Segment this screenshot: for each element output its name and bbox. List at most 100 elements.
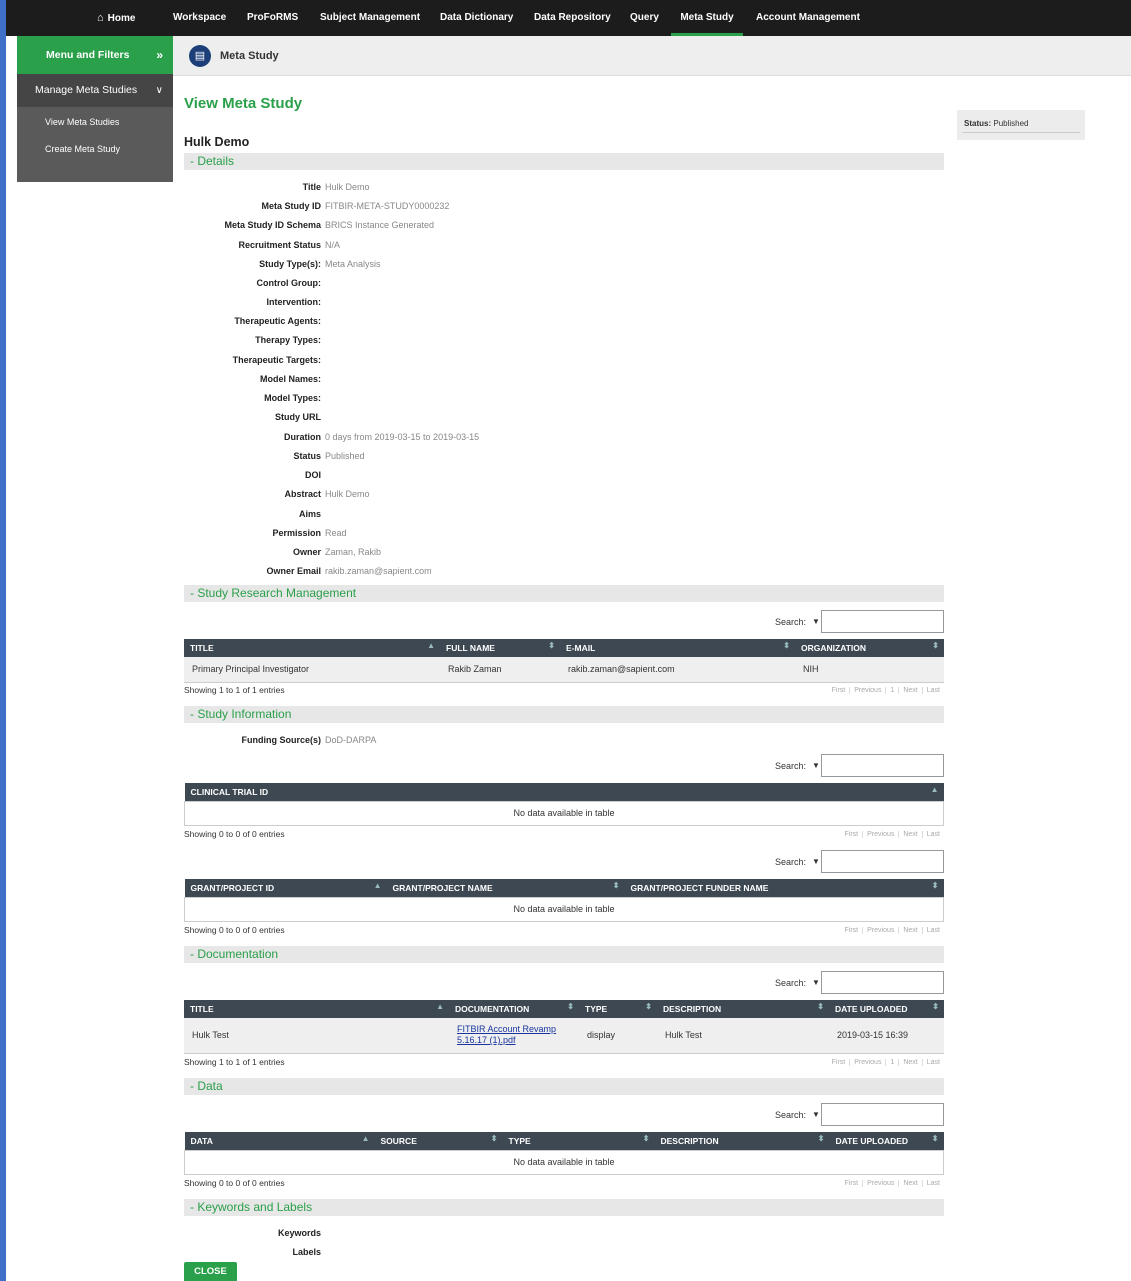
pager-last[interactable]: Last — [921, 1180, 944, 1187]
pager-previous[interactable]: Previous — [862, 1180, 898, 1187]
pager-previous[interactable]: Previous — [862, 831, 898, 838]
menu-and-filters-toggle[interactable]: Menu and Filters » — [17, 36, 173, 74]
sidebar: Menu and Filters » Manage Meta Studies ∨… — [17, 36, 173, 182]
research-pager: First Previous 1 Next Last — [828, 687, 944, 694]
pager-first[interactable]: First — [841, 1180, 863, 1187]
nav-proforms[interactable]: ProFoRMS — [247, 0, 298, 36]
research-search-input[interactable] — [821, 610, 944, 633]
clinical-search-input[interactable] — [821, 754, 944, 777]
pager-next[interactable]: Next — [898, 831, 921, 838]
col-source[interactable]: SOURCE ⬍ — [374, 1132, 503, 1150]
clinical-pager: First Previous Next Last — [841, 831, 944, 838]
data-showing: Showing 0 to 0 of 0 entries — [184, 1178, 285, 1188]
manage-meta-studies-menu[interactable]: Manage Meta Studies ∨ — [17, 74, 173, 107]
pager-last[interactable]: Last — [921, 927, 944, 934]
grant-showing: Showing 0 to 0 of 0 entries — [184, 925, 285, 935]
nav-meta-study[interactable]: Meta Study — [671, 0, 743, 36]
pager-last[interactable]: Last — [921, 831, 944, 838]
sort-asc-icon: ▲ — [930, 785, 939, 794]
nav-subject-management[interactable]: Subject Management — [320, 0, 420, 36]
col-date-uploaded[interactable]: DATE UPLOADED ⬍ — [829, 1000, 944, 1018]
pager-page[interactable]: 1 — [885, 687, 898, 694]
caret-down-icon[interactable]: ▼ — [812, 978, 820, 987]
col-email[interactable]: E-MAIL ⬍ — [560, 639, 795, 657]
sort-asc-icon: ▲ — [427, 641, 435, 650]
pager-last[interactable]: Last — [921, 687, 944, 694]
col-title[interactable]: TITLE ▲ — [184, 639, 440, 657]
pager-first[interactable]: First — [841, 927, 863, 934]
detail-row: DOI — [304, 470, 321, 480]
table-row: Hulk Test FITBIR Account Revamp 5.16.17 (… — [184, 1018, 944, 1054]
col-title[interactable]: TITLE ▲ — [184, 1000, 449, 1018]
caret-down-icon[interactable]: ▼ — [812, 1110, 820, 1119]
col-description[interactable]: DESCRIPTION ⬍ — [654, 1132, 830, 1150]
col-organization[interactable]: ORGANIZATION ⬍ — [795, 639, 944, 657]
section-keywords-toggle[interactable]: - Keywords and Labels — [184, 1199, 944, 1216]
col-clinical-trial-id[interactable]: CLINICAL TRIAL ID ▲ — [184, 783, 944, 801]
detail-row: Owner Zaman, Rakib — [292, 547, 382, 557]
section-documentation-toggle[interactable]: - Documentation — [184, 946, 944, 963]
detail-row: Status Published — [293, 451, 365, 461]
close-button[interactable]: CLOSE — [184, 1262, 237, 1281]
grant-search-input[interactable] — [821, 850, 944, 873]
sort-icon: ⬍ — [567, 1002, 574, 1011]
detail-row: Intervention: — [266, 297, 321, 307]
pager-first[interactable]: First — [828, 687, 850, 694]
pager-previous[interactable]: Previous — [862, 927, 898, 934]
documentation-search-input[interactable] — [821, 971, 944, 994]
research-search: Search: ▼ — [775, 610, 945, 634]
documentation-showing: Showing 1 to 1 of 1 entries — [184, 1057, 285, 1067]
section-information-toggle[interactable]: - Study Information — [184, 706, 944, 723]
sidebar-item-create-meta-study[interactable]: Create Meta Study — [17, 142, 173, 169]
col-description[interactable]: DESCRIPTION ⬍ — [657, 1000, 829, 1018]
detail-row: Title Hulk Demo — [302, 182, 370, 192]
sort-icon: ⬍ — [783, 641, 790, 650]
nav-account-management[interactable]: Account Management — [756, 0, 860, 36]
documentation-link[interactable]: FITBIR Account Revamp 5.16.17 (1).pdf — [449, 1018, 579, 1054]
sidebar-item-view-meta-studies[interactable]: View Meta Studies — [17, 115, 173, 142]
col-grant-project-id[interactable]: GRANT/PROJECT ID ▲ — [184, 879, 387, 897]
top-nav: ⌂ Home Workspace ProFoRMS Subject Managem… — [6, 0, 1131, 36]
col-date-uploaded[interactable]: DATE UPLOADED ⬍ — [829, 1132, 944, 1150]
data-search: Search: ▼ — [775, 1103, 945, 1127]
sort-icon: ⬍ — [612, 881, 620, 890]
section-research-toggle[interactable]: - Study Research Management — [184, 585, 944, 602]
clinical-showing: Showing 0 to 0 of 0 entries — [184, 829, 285, 839]
pager-next[interactable]: Next — [898, 1059, 921, 1066]
pager-previous[interactable]: Previous — [849, 1059, 885, 1066]
status-value: Published — [993, 119, 1029, 128]
data-search-input[interactable] — [821, 1103, 944, 1126]
nav-home[interactable]: ⌂ Home — [97, 0, 135, 36]
caret-down-icon[interactable]: ▼ — [812, 857, 820, 866]
page-header-title: Meta Study — [220, 50, 279, 62]
section-data-toggle[interactable]: - Data — [184, 1078, 944, 1095]
col-type[interactable]: TYPE ⬍ — [502, 1132, 655, 1150]
pager-page[interactable]: 1 — [885, 1059, 898, 1066]
pager-first[interactable]: First — [841, 831, 863, 838]
pager-previous[interactable]: Previous — [849, 687, 885, 694]
section-details-toggle[interactable]: - Details — [184, 153, 944, 170]
col-documentation[interactable]: DOCUMENTATION ⬍ — [449, 1000, 579, 1018]
caret-down-icon[interactable]: ▼ — [812, 761, 820, 770]
table-row: Primary Principal Investigator Rakib Zam… — [184, 657, 944, 683]
col-grant-project-funder-name[interactable]: GRANT/PROJECT FUNDER NAME ⬍ — [624, 879, 944, 897]
nav-workspace[interactable]: Workspace — [173, 0, 226, 36]
caret-down-icon[interactable]: ▼ — [812, 617, 820, 626]
detail-row: Model Names: — [259, 374, 321, 384]
pager-next[interactable]: Next — [898, 687, 921, 694]
col-type[interactable]: TYPE ⬍ — [579, 1000, 657, 1018]
col-data[interactable]: DATA ▲ — [184, 1132, 375, 1150]
detail-row: Therapeutic Agents: — [234, 316, 321, 326]
pager-first[interactable]: First — [828, 1059, 850, 1066]
detail-row: Model Types: — [264, 393, 321, 403]
pager-next[interactable]: Next — [898, 927, 921, 934]
pager-next[interactable]: Next — [898, 1180, 921, 1187]
detail-row: Control Group: — [256, 278, 322, 288]
grant-pager: First Previous Next Last — [841, 927, 944, 934]
nav-query[interactable]: Query — [630, 0, 659, 36]
nav-data-repository[interactable]: Data Repository — [534, 0, 611, 36]
col-grant-project-name[interactable]: GRANT/PROJECT NAME ⬍ — [386, 879, 625, 897]
pager-last[interactable]: Last — [921, 1059, 944, 1066]
col-full-name[interactable]: FULL NAME ⬍ — [440, 639, 560, 657]
nav-data-dictionary[interactable]: Data Dictionary — [440, 0, 513, 36]
